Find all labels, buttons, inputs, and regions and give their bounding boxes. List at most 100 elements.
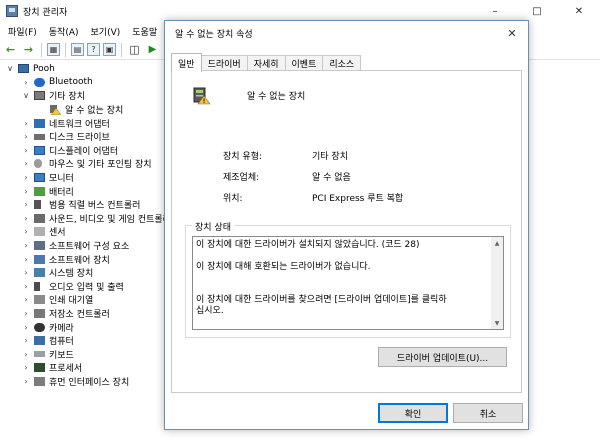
chevron-right-icon[interactable]: › xyxy=(21,295,31,304)
tree-item[interactable]: › 컴퓨터 xyxy=(0,334,165,348)
close-icon[interactable]: ✕ xyxy=(558,0,600,22)
tree-item[interactable]: › 프로세서 xyxy=(0,361,165,375)
tree-item[interactable]: › 오디오 입력 및 출력 xyxy=(0,280,165,294)
tree-item[interactable]: › 디스플레이 어댑터 xyxy=(0,144,165,158)
properties-grid-icon[interactable]: ▦ xyxy=(47,43,60,56)
tree-item-label: 모니터 xyxy=(49,174,74,185)
audio-icon xyxy=(34,213,45,223)
chevron-right-icon[interactable]: › xyxy=(21,227,31,236)
tree-item[interactable]: › 모니터 xyxy=(0,171,165,185)
cancel-button[interactable]: 취소 xyxy=(453,403,523,423)
menu-help[interactable]: 도움말 xyxy=(126,25,163,38)
tree-item-label: 알 수 없는 장치 xyxy=(65,106,124,117)
tree-item[interactable]: › Bluetooth xyxy=(0,76,165,90)
properties-sheet-icon[interactable]: ▤ xyxy=(71,43,84,56)
chevron-right-icon[interactable]: › xyxy=(21,132,31,141)
tree-item[interactable]: › 휴먼 인터페이스 장치 xyxy=(0,375,165,389)
tab-resources[interactable]: 리소스 xyxy=(322,55,362,71)
tree-item[interactable]: ∨ 기타 장치 xyxy=(0,89,165,103)
chevron-right-icon[interactable]: › xyxy=(21,255,31,264)
tree-item[interactable]: › 센서 xyxy=(0,225,165,239)
microphone-icon xyxy=(34,281,40,291)
back-arrow-icon[interactable]: ← xyxy=(3,42,18,57)
status-scrollbar[interactable]: ▲ ▼ xyxy=(491,237,503,329)
monitor-scan-icon[interactable]: ◫ xyxy=(127,42,142,57)
scroll-up-icon[interactable]: ▲ xyxy=(491,237,503,249)
tree-item[interactable]: › 저장소 컨트롤러 xyxy=(0,307,165,321)
maximize-icon[interactable]: □ xyxy=(516,0,558,22)
tree-item-label: Pooh xyxy=(33,63,55,74)
device-manager-titlebar: 장치 관리자 – □ ✕ xyxy=(0,0,600,22)
misc-device-icon xyxy=(34,91,45,101)
chevron-down-icon[interactable]: ∨ xyxy=(5,64,15,73)
storage-controller-icon xyxy=(34,308,45,318)
chevron-right-icon[interactable]: › xyxy=(21,200,31,209)
chevron-right-icon[interactable]: › xyxy=(21,187,31,196)
tree-item[interactable]: ∨ Pooh xyxy=(0,62,165,76)
chevron-right-icon[interactable]: › xyxy=(21,336,31,345)
chevron-right-icon[interactable]: › xyxy=(21,323,31,332)
location-value: PCI Express 루트 복합 xyxy=(312,194,404,204)
tree-item[interactable]: › 키보드 xyxy=(0,347,165,361)
tree-item[interactable]: › 소프트웨어 장치 xyxy=(0,252,165,266)
menu-file[interactable]: 파일(F) xyxy=(2,25,43,38)
device-type-label: 장치 유형: xyxy=(223,152,263,162)
tree-item[interactable]: › 네트워크 어댑터 xyxy=(0,116,165,130)
chevron-right-icon[interactable]: › xyxy=(21,268,31,277)
chevron-right-icon[interactable]: › xyxy=(21,146,31,155)
update-driver-icon[interactable]: ▣ xyxy=(103,43,116,56)
minimize-icon[interactable]: – xyxy=(474,0,516,22)
ok-button[interactable]: 확인 xyxy=(378,403,448,423)
tree-item-label: 프로세서 xyxy=(49,364,83,375)
tree-item[interactable]: › 사운드, 비디오 및 게임 컨트롤러 xyxy=(0,212,165,226)
tab-events[interactable]: 이벤트 xyxy=(284,55,324,71)
chevron-right-icon[interactable]: › xyxy=(21,173,31,182)
unknown-device-icon xyxy=(193,87,211,105)
tree-item[interactable]: › 카메라 xyxy=(0,320,165,334)
chevron-right-icon[interactable]: › xyxy=(21,363,31,372)
update-driver-button[interactable]: 드라이버 업데이트(U)... xyxy=(378,347,507,367)
close-icon[interactable]: ✕ xyxy=(500,24,524,42)
menu-action[interactable]: 동작(A) xyxy=(43,25,85,38)
chevron-right-icon[interactable]: › xyxy=(21,282,31,291)
scan-hardware-icon[interactable]: ▶ xyxy=(145,42,160,57)
forward-arrow-icon[interactable]: → xyxy=(21,42,36,57)
toolbar-separator xyxy=(121,42,122,57)
tree-item-label: 컴퓨터 xyxy=(49,337,74,348)
tree-item[interactable]: › 시스템 장치 xyxy=(0,266,165,280)
tree-item[interactable]: › 배터리 xyxy=(0,184,165,198)
device-type-value: 기타 장치 xyxy=(312,152,348,162)
tab-driver[interactable]: 드라이버 xyxy=(200,55,248,71)
chevron-right-icon[interactable]: › xyxy=(21,350,31,359)
tree-item-label: 카메라 xyxy=(49,323,74,334)
device-tree: ∨ Pooh › Bluetooth ∨ 기타 장치 알 수 없는 장치 › 네트워크 어댑터 ›… xyxy=(0,62,165,448)
computer-icon xyxy=(18,64,29,74)
chevron-right-icon[interactable]: › xyxy=(21,241,31,250)
chevron-right-icon[interactable]: › xyxy=(21,159,31,168)
menu-view[interactable]: 보기(V) xyxy=(85,25,127,38)
chevron-right-icon[interactable]: › xyxy=(21,377,31,386)
tree-item-label: 키보드 xyxy=(49,350,74,361)
dialog-title: 알 수 없는 장치 속성 xyxy=(175,29,253,40)
tree-item[interactable]: › 디스크 드라이브 xyxy=(0,130,165,144)
tab-general[interactable]: 일반 xyxy=(171,53,202,72)
scroll-down-icon[interactable]: ▼ xyxy=(491,317,503,329)
tab-details[interactable]: 자세히 xyxy=(246,55,286,71)
chevron-right-icon[interactable]: › xyxy=(21,309,31,318)
chevron-right-icon[interactable]: › xyxy=(21,119,31,128)
device-status-textbox[interactable]: 이 장치에 대한 드라이버가 설치되지 않았습니다. (코드 28) 이 장치에… xyxy=(192,236,504,330)
processor-icon xyxy=(34,363,45,373)
chevron-right-icon[interactable]: › xyxy=(21,214,31,223)
chevron-right-icon[interactable]: › xyxy=(21,78,31,87)
tree-item-label: 저장소 컨트롤러 xyxy=(49,309,110,320)
tree-item-label: 디스크 드라이브 xyxy=(49,133,110,144)
tree-item[interactable]: › 소프트웨어 구성 요소 xyxy=(0,239,165,253)
tree-item[interactable]: 알 수 없는 장치 xyxy=(0,103,165,117)
help-icon[interactable]: ? xyxy=(87,43,100,56)
tree-item[interactable]: › 인쇄 대기열 xyxy=(0,293,165,307)
battery-icon xyxy=(34,186,45,196)
usb-icon xyxy=(34,200,41,210)
tree-item[interactable]: › 마우스 및 기타 포인팅 장치 xyxy=(0,157,165,171)
tree-item[interactable]: › 범용 직렬 버스 컨트롤러 xyxy=(0,198,165,212)
chevron-down-icon[interactable]: ∨ xyxy=(21,91,31,100)
